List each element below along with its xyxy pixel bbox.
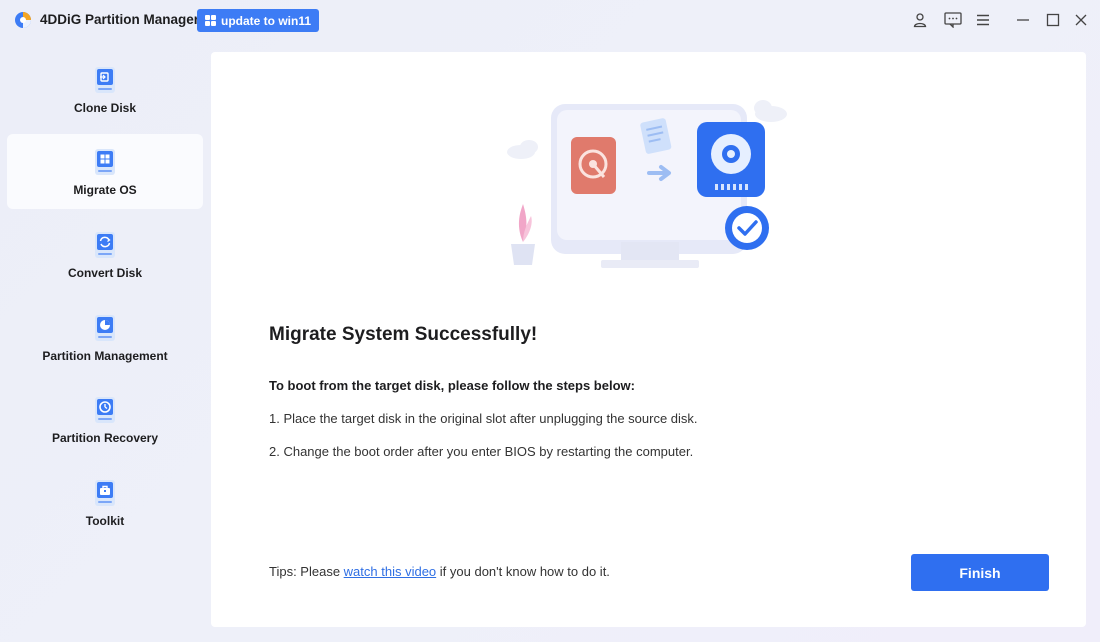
partition-management-icon — [95, 314, 115, 341]
tips-text: Tips: Please watch this video if you don… — [269, 564, 610, 579]
update-to-win11-button[interactable]: update to win11 — [197, 9, 319, 32]
sidebar-item-partition-management[interactable]: Partition Management — [7, 300, 203, 375]
sidebar-item-migrate-os[interactable]: Migrate OS — [7, 134, 203, 209]
sidebar-item-label: Toolkit — [85, 513, 125, 528]
migration-success-illustration — [507, 100, 787, 268]
page-title: Migrate System Successfully! — [269, 324, 538, 345]
user-icon[interactable] — [910, 10, 930, 30]
main-panel: Migrate System Successfully! To boot fro… — [211, 52, 1086, 627]
app-logo-icon — [15, 12, 31, 28]
steps-title: To boot from the target disk, please fol… — [269, 378, 635, 393]
tips-suffix: if you don't know how to do it. — [436, 564, 610, 579]
menu-icon[interactable] — [973, 10, 993, 30]
sidebar-item-partition-recovery[interactable]: Partition Recovery — [7, 382, 203, 457]
update-button-label: update to win11 — [221, 13, 312, 28]
title-bar: 4DDiG Partition Manager update to win11 — [0, 0, 1100, 40]
windows-icon — [205, 15, 216, 26]
sidebar-item-label: Migrate OS — [73, 182, 137, 197]
sidebar-item-label: Partition Recovery — [51, 430, 159, 445]
app-title: 4DDiG Partition Manager — [40, 12, 200, 27]
feedback-icon[interactable] — [943, 10, 963, 30]
convert-disk-icon — [95, 231, 115, 258]
watch-video-link[interactable]: watch this video — [344, 564, 437, 579]
step-text: 1. Place the target disk in the original… — [269, 411, 698, 426]
close-icon[interactable] — [1071, 10, 1091, 30]
toolkit-icon — [95, 479, 115, 506]
clone-disk-icon — [95, 66, 115, 93]
partition-recovery-icon — [95, 396, 115, 423]
sidebar-item-toolkit[interactable]: Toolkit — [7, 465, 203, 540]
maximize-icon[interactable] — [1043, 10, 1063, 30]
sidebar-item-label: Convert Disk — [67, 265, 143, 280]
finish-button[interactable]: Finish — [911, 554, 1049, 591]
minimize-icon[interactable] — [1013, 10, 1033, 30]
migrate-os-icon — [95, 148, 115, 175]
sidebar-item-clone-disk[interactable]: Clone Disk — [7, 52, 203, 127]
sidebar: Clone Disk Migrate OS Convert Disk Parti… — [0, 50, 210, 630]
sidebar-item-label: Clone Disk — [73, 100, 136, 115]
tips-prefix: Tips: Please — [269, 564, 344, 579]
step-text: 2. Change the boot order after you enter… — [269, 444, 694, 459]
sidebar-item-label: Partition Management — [42, 348, 168, 363]
sidebar-item-convert-disk[interactable]: Convert Disk — [7, 217, 203, 292]
